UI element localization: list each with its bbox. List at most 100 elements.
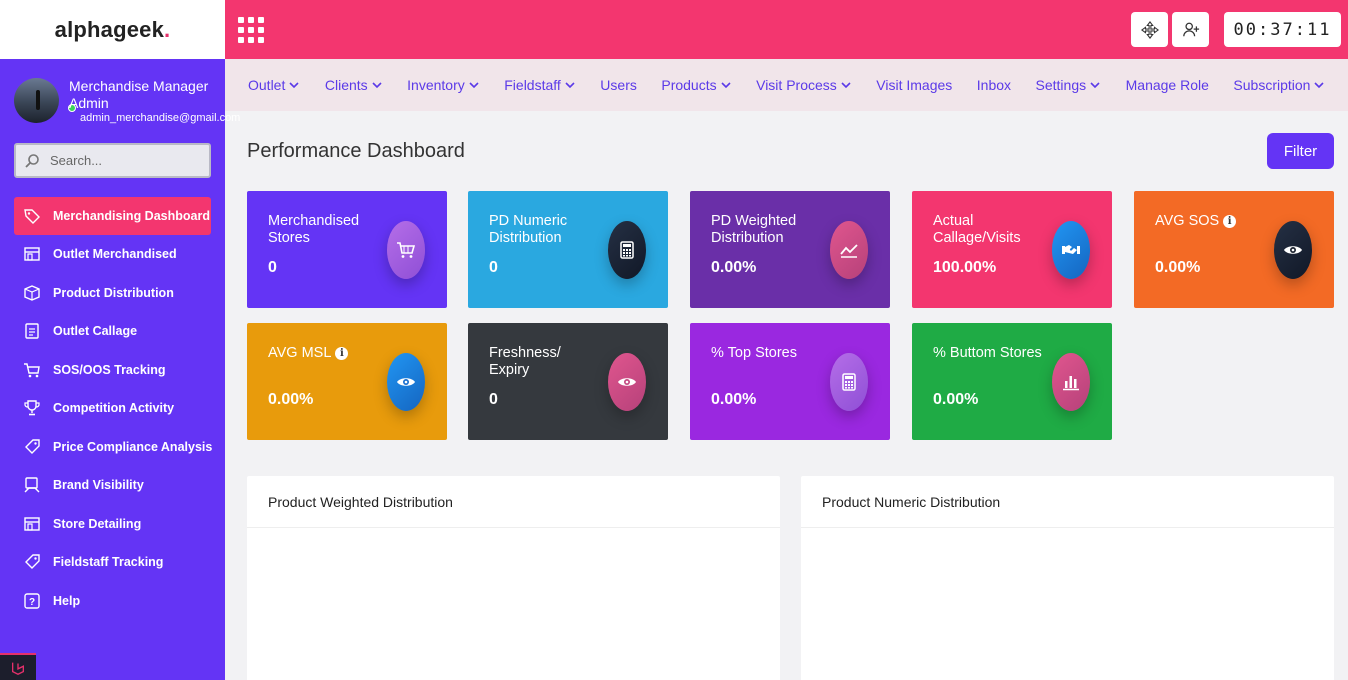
sidebar-item-competition-activity[interactable]: Competition Activity [0, 389, 225, 428]
panel-product-weighted-distribution: Product Weighted Distribution [247, 476, 780, 680]
sidebar-item-store-detailing[interactable]: Store Detailing [0, 505, 225, 544]
sidebar-item-help[interactable]: ? Help [0, 582, 225, 621]
menu-inbox[interactable]: Inbox [977, 77, 1011, 93]
tag-icon [23, 207, 41, 225]
chevron-down-icon [371, 79, 383, 91]
kpi-title-text: AVG MSL [268, 345, 332, 361]
chevron-down-icon [1313, 79, 1325, 91]
kpi-value: 0.00% [1155, 259, 1201, 276]
menu-label: Inbox [976, 77, 1012, 93]
trophy-icon [23, 399, 41, 417]
apps-grid-icon[interactable] [238, 17, 264, 43]
menu-settings[interactable]: Settings [1036, 77, 1102, 93]
sidebar: alphageek. Merchandise Manager Admin adm… [0, 0, 240, 680]
kpi-title: Actual Callage/Visits [933, 213, 1021, 246]
kpi-title: AVG SOS i [1155, 213, 1265, 230]
top-header: 00:37:11 [225, 0, 1348, 59]
cart-icon [387, 221, 425, 279]
search-input[interactable] [50, 153, 200, 168]
menu-clients[interactable]: Clients [325, 77, 383, 93]
profile-email: admin_merchandise@gmail.com [80, 112, 241, 124]
store-icon [23, 245, 41, 263]
bar-chart-icon [1052, 353, 1090, 411]
kpi-card-pd-weighted-distribution[interactable]: PD Weighted Distribution 0.00% [690, 191, 890, 308]
top-menu: Outlet Clients Inventory Fieldstaff User… [225, 59, 1348, 111]
menu-visit-process[interactable]: Visit Process [756, 77, 852, 93]
kpi-card-top-stores[interactable]: % Top Stores 0.00% [690, 323, 890, 440]
menu-inventory[interactable]: Inventory [407, 77, 480, 93]
sidebar-item-label: Store Detailing [53, 516, 142, 531]
sidebar-item-brand-visibility[interactable]: Brand Visibility [0, 466, 225, 505]
box-icon [23, 284, 41, 302]
menu-label: Users [600, 77, 637, 93]
menu-fieldstaff[interactable]: Fieldstaff [504, 77, 576, 93]
logo-area[interactable]: alphageek. [0, 0, 225, 59]
kpi-title: AVG MSL i [268, 345, 378, 362]
laravel-debug-icon[interactable] [0, 653, 36, 680]
menu-manage-role[interactable]: Manage Role [1126, 77, 1209, 93]
panel-title: Product Weighted Distribution [247, 476, 780, 528]
kpi-card-actual-callage-visits[interactable]: Actual Callage/Visits 100.00% [912, 191, 1112, 308]
sidebar-item-sos-oos-tracking[interactable]: SOS/OOS Tracking [0, 351, 225, 390]
profile-name: Merchandise Manager Admin [69, 78, 209, 111]
sidebar-item-merchandising-dashboard[interactable]: Merchandising Dashboard [14, 197, 211, 235]
menu-products[interactable]: Products [661, 77, 731, 93]
sidebar-search [14, 143, 211, 178]
menu-outlet[interactable]: Outlet [248, 77, 300, 93]
sidebar-item-fieldstaff-tracking[interactable]: Fieldstaff Tracking [0, 543, 225, 582]
kpi-card-freshness-expiry[interactable]: Freshness/ Expiry 0 [468, 323, 668, 440]
session-clock: 00:37:11 [1224, 12, 1341, 47]
add-user-button[interactable] [1172, 12, 1209, 47]
move-button[interactable] [1131, 12, 1168, 47]
panel-product-numeric-distribution: Product Numeric Distribution [801, 476, 1334, 680]
user-profile: Merchandise Manager Admin admin_merchand… [14, 78, 254, 126]
sidebar-item-label: Price Compliance Analysis [53, 439, 213, 454]
price-tag-icon [23, 553, 41, 571]
kpi-value: 100.00% [933, 259, 997, 276]
kpi-title: PD Weighted Distribution [711, 213, 797, 246]
kpi-card-avg-msl[interactable]: AVG MSL i 0.00% [247, 323, 447, 440]
brand-logo[interactable]: alphageek. [55, 17, 171, 43]
eye-icon [387, 353, 425, 411]
kpi-value: 0 [489, 391, 498, 408]
chevron-down-icon [468, 79, 480, 91]
menu-subscription[interactable]: Subscription [1233, 77, 1325, 93]
page-title: Performance Dashboard [247, 140, 465, 162]
move-arrows-icon [1140, 20, 1159, 39]
kpi-card-avg-sos[interactable]: AVG SOS i 0.00% [1134, 191, 1334, 308]
kpi-card-buttom-stores[interactable]: % Buttom Stores 0.00% [912, 323, 1112, 440]
menu-label: Subscription [1233, 77, 1311, 93]
eye-icon [1274, 221, 1312, 279]
sidebar-item-outlet-merchandised[interactable]: Outlet Merchandised [0, 235, 225, 274]
store-icon [23, 515, 41, 533]
eye-icon [608, 353, 646, 411]
menu-users[interactable]: Users [600, 77, 637, 93]
chevron-down-icon [840, 79, 852, 91]
display-icon [23, 476, 41, 494]
menu-visit-images[interactable]: Visit Images [876, 77, 952, 93]
kpi-card-merchandised-stores[interactable]: Merchandised Stores 0 [247, 191, 447, 308]
trend-icon [830, 221, 868, 279]
chevron-down-icon [288, 79, 300, 91]
sidebar-item-label: SOS/OOS Tracking [53, 362, 166, 377]
avatar[interactable] [14, 78, 59, 123]
kpi-title: % Buttom Stores [933, 345, 1042, 361]
sidebar-item-price-compliance-analysis[interactable]: Price Compliance Analysis [0, 428, 225, 467]
kpi-title: Freshness/ Expiry [489, 345, 561, 378]
sidebar-item-label: Outlet Callage [53, 324, 138, 339]
info-icon[interactable]: i [1223, 215, 1237, 228]
kpi-card-pd-numeric-distribution[interactable]: PD Numeric Distribution 0 [468, 191, 668, 308]
sidebar-item-label: Competition Activity [53, 401, 175, 416]
sidebar-item-outlet-callage[interactable]: Outlet Callage [0, 312, 225, 351]
menu-label: Clients [324, 77, 368, 93]
sidebar-item-label: Outlet Merchandised [53, 247, 177, 262]
clipboard-icon [23, 322, 41, 340]
help-icon: ? [23, 592, 41, 610]
svg-text:?: ? [29, 597, 35, 608]
info-icon[interactable]: i [335, 347, 349, 360]
filter-button[interactable]: Filter [1267, 133, 1334, 169]
kpi-title: % Top Stores [711, 345, 797, 361]
menu-label: Inventory [407, 77, 465, 93]
calculator-icon [608, 221, 646, 279]
sidebar-item-product-distribution[interactable]: Product Distribution [0, 274, 225, 313]
